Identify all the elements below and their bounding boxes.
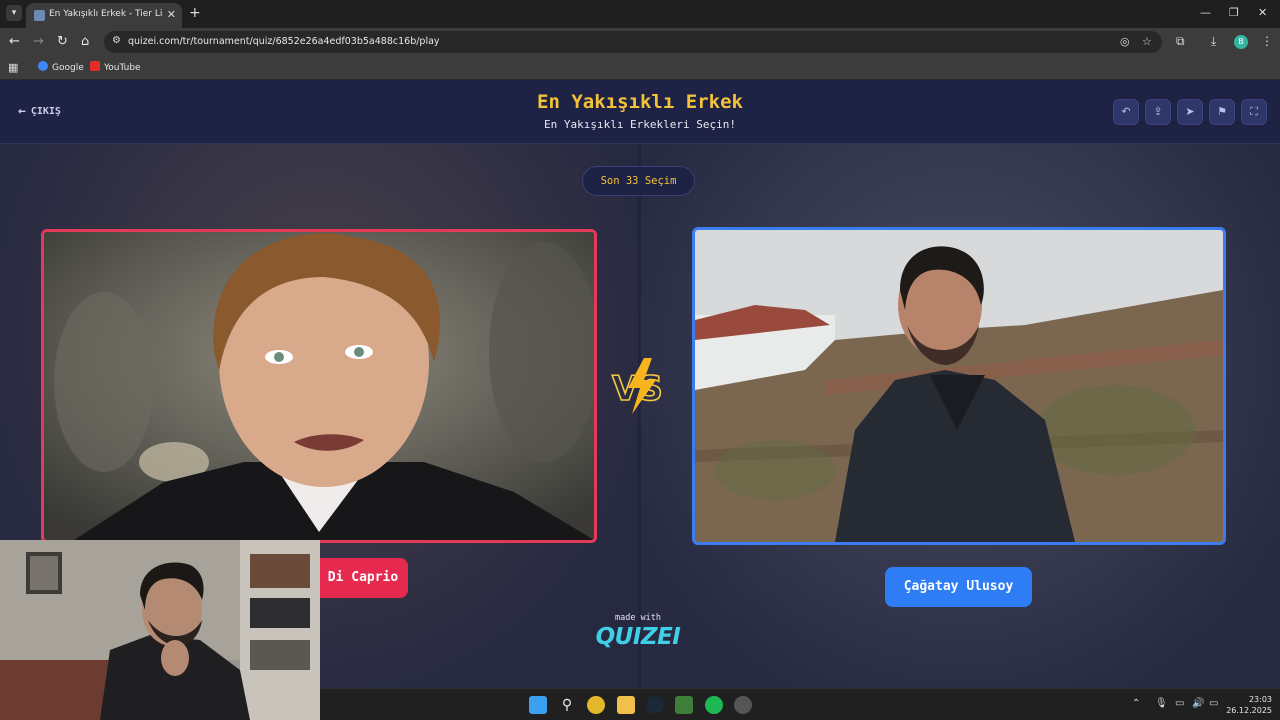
tab-search-icon[interactable]: ▾ xyxy=(6,5,22,21)
bookmark-google[interactable]: Google xyxy=(38,61,84,73)
chrome-icon[interactable] xyxy=(587,696,605,714)
windows-start-icon[interactable] xyxy=(529,696,547,714)
browser-tab-bar: ▾ En Yakışıklı Erkek - Tier List, Kor ✕ … xyxy=(0,0,1280,28)
network-icon[interactable]: ▭ xyxy=(1175,698,1184,709)
bookmark-label: YouTube xyxy=(104,63,141,73)
round-badge: Son 33 Seçim xyxy=(582,166,695,196)
left-choice-card[interactable] xyxy=(41,229,597,543)
new-tab-icon[interactable]: + xyxy=(189,5,201,21)
send-icon: ➤ xyxy=(1185,105,1195,118)
right-choice-name-button[interactable]: Çağatay Ulusoy xyxy=(885,567,1032,607)
browser-toolbar: ← → ↻ ⌂ ⚙ quizei.com/tr/tournament/quiz/… xyxy=(0,28,1280,56)
close-tab-icon[interactable]: ✕ xyxy=(167,8,176,21)
close-window-icon[interactable]: ✕ xyxy=(1258,6,1267,19)
clock-time: 23:03 xyxy=(1248,695,1272,704)
app-icon[interactable] xyxy=(675,696,693,714)
apps-grid-icon[interactable]: ▦ xyxy=(8,61,18,74)
restore-icon[interactable]: ❐ xyxy=(1229,6,1239,19)
share-button[interactable]: ⇪ xyxy=(1145,99,1171,125)
bookmark-star-icon[interactable]: ☆ xyxy=(1142,35,1152,48)
page-title: En Yakışıklı Erkek xyxy=(537,91,743,113)
left-choice-photo xyxy=(44,232,594,540)
windows-taskbar: ⚲ ⌃ 🎙 ▭ 🔊 ▭ 23:03 26.12.2025 xyxy=(320,688,1280,720)
made-with-label: made with xyxy=(614,613,662,623)
exit-label: ÇIKIŞ xyxy=(30,106,61,117)
system-clock[interactable]: 23:03 26.12.2025 xyxy=(1224,694,1272,716)
exit-button[interactable]: ← ÇIKIŞ xyxy=(18,104,61,119)
vs-lightning-icon: VS xyxy=(611,358,664,414)
url-text: quizei.com/tr/tournament/quiz/6852e26a4e… xyxy=(128,36,440,47)
reload-icon[interactable]: ↻ xyxy=(57,34,68,49)
undo-icon: ↶ xyxy=(1121,105,1131,118)
bookmark-youtube[interactable]: YouTube xyxy=(90,61,141,73)
home-icon[interactable]: ⌂ xyxy=(81,34,89,49)
tab-title: En Yakışıklı Erkek - Tier List, Kor xyxy=(49,9,163,19)
extensions-icon[interactable]: ⧉ xyxy=(1176,34,1185,49)
youtube-icon xyxy=(90,61,100,71)
spotify-icon[interactable] xyxy=(705,696,723,714)
microphone-icon[interactable]: 🎙 xyxy=(1155,698,1168,709)
downloads-icon[interactable]: ⤓ xyxy=(1211,34,1216,49)
webcam-overlay xyxy=(0,540,320,720)
volume-icon[interactable]: 🔊 xyxy=(1192,698,1204,709)
flag-icon: ⚑ xyxy=(1217,105,1227,118)
bookmark-label: Google xyxy=(52,63,84,73)
tray-chevron-icon[interactable]: ⌃ xyxy=(1132,698,1140,709)
share-icon: ⇪ xyxy=(1153,105,1163,118)
arrow-left-icon: ← xyxy=(18,104,26,119)
fullscreen-button[interactable]: ⛶ xyxy=(1241,99,1267,125)
right-choice-photo xyxy=(695,230,1223,542)
profile-avatar[interactable]: B xyxy=(1234,35,1248,49)
screen: ▾ En Yakışıklı Erkek - Tier List, Kor ✕ … xyxy=(0,0,1280,720)
battery-icon[interactable]: ▭ xyxy=(1209,698,1218,709)
webcam-feed xyxy=(0,540,320,720)
right-choice-card[interactable] xyxy=(692,227,1226,545)
file-explorer-icon[interactable] xyxy=(617,696,635,714)
site-info-icon[interactable]: ⚙ xyxy=(112,35,121,46)
undo-button[interactable]: ↶ xyxy=(1113,99,1139,125)
minimize-icon[interactable]: — xyxy=(1200,6,1211,19)
back-icon[interactable]: ← xyxy=(9,34,20,49)
bookmarks-bar: ▦ Google YouTube xyxy=(0,56,1280,80)
search-icon[interactable]: ⚲ xyxy=(558,696,576,714)
app-icon-2[interactable] xyxy=(734,696,752,714)
address-bar[interactable]: ⚙ quizei.com/tr/tournament/quiz/6852e26a… xyxy=(104,31,1162,53)
eye-off-icon[interactable]: ◎ xyxy=(1120,35,1130,48)
quiz-header: ← ÇIKIŞ En Yakışıklı Erkek En Yakışıklı E… xyxy=(0,80,1280,144)
browser-tab[interactable]: En Yakışıklı Erkek - Tier List, Kor ✕ xyxy=(26,3,182,28)
forward-icon[interactable]: → xyxy=(33,34,44,49)
left-choice-name-button[interactable]: Di Caprio xyxy=(318,558,408,598)
page-subtitle: En Yakışıklı Erkekleri Seçin! xyxy=(543,118,737,131)
quizei-logo[interactable]: QUIZEI xyxy=(588,624,688,650)
clock-date: 26.12.2025 xyxy=(1226,706,1272,715)
menu-icon[interactable]: ⋮ xyxy=(1261,34,1273,48)
send-button[interactable]: ➤ xyxy=(1177,99,1203,125)
favicon-icon xyxy=(34,10,45,21)
fullscreen-icon: ⛶ xyxy=(1250,105,1258,118)
google-icon xyxy=(38,61,48,71)
report-button[interactable]: ⚑ xyxy=(1209,99,1235,125)
steam-icon[interactable] xyxy=(646,696,664,714)
center-divider xyxy=(638,144,641,688)
